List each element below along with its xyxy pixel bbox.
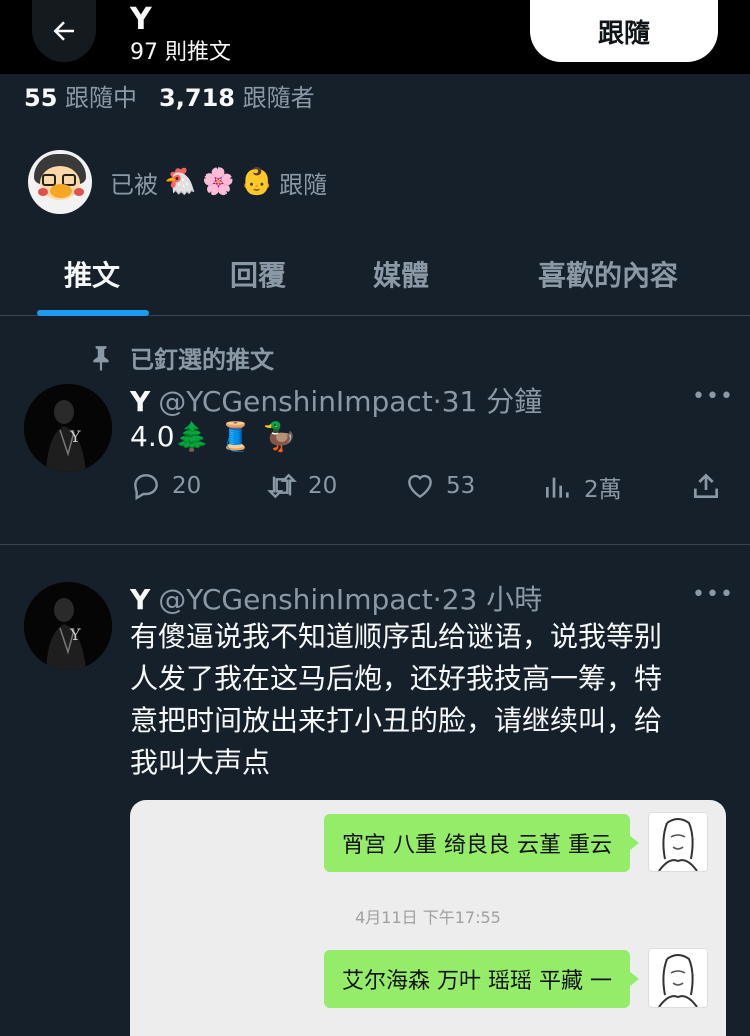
profile-header: Y 97 則推文 跟隨 bbox=[0, 0, 750, 74]
silhouette-avatar-icon: Y bbox=[24, 384, 112, 472]
followed-by-prefix: 已被 bbox=[110, 170, 158, 199]
tweet-text: 有傻逼说我不知道顺序乱给谜语，说我等别 人发了我在这马后炮，还好我技高一筹，特 … bbox=[130, 616, 662, 784]
chat-avatar bbox=[648, 948, 708, 1008]
pin-icon bbox=[93, 345, 109, 371]
pinned-text: 已釘選的推文 bbox=[130, 346, 274, 374]
baby-emoji: 👶 bbox=[240, 167, 274, 197]
profile-name: Y bbox=[130, 2, 152, 37]
reply-icon bbox=[134, 474, 158, 501]
follow-button[interactable]: 跟隨 bbox=[530, 0, 718, 62]
views-button[interactable]: 2萬 bbox=[542, 470, 622, 504]
tweet-text-line: 我叫大声点 bbox=[130, 746, 271, 779]
tweet-time[interactable]: 31 分鐘 bbox=[442, 380, 543, 420]
reply-count: 20 bbox=[172, 473, 202, 499]
heart-icon bbox=[408, 474, 432, 499]
tweet-divider bbox=[0, 544, 750, 545]
tweet-count: 97 則推文 bbox=[130, 40, 231, 65]
chat-bubble: 宵宫 八重 绮良良 云堇 重云 bbox=[324, 814, 639, 872]
tweet-media-image[interactable]: 宵宫 八重 绮良良 云堇 重云 4月11日 下午17:55 艾尔海森 万叶 瑶瑶… bbox=[130, 800, 726, 1036]
like-count: 53 bbox=[446, 473, 476, 499]
tab-tweets[interactable]: 推文 bbox=[64, 254, 120, 294]
chat-avatar bbox=[648, 812, 708, 872]
tweet-text-line: 有傻逼说我不知道顺序乱给谜语，说我等别 bbox=[130, 620, 663, 653]
tweet-header: Y @YCGenshinImpact · 31 分鐘 bbox=[130, 380, 542, 420]
tweet-author-name[interactable]: Y bbox=[130, 385, 150, 418]
svg-text:Y: Y bbox=[69, 427, 81, 446]
arrow-left-icon bbox=[53, 21, 74, 41]
followed-by[interactable]: 已被 🐔 🌸 👶 跟隨 bbox=[28, 150, 327, 214]
more-options-icon[interactable]: ••• bbox=[692, 582, 734, 607]
followers-count: 3,718 bbox=[159, 84, 235, 112]
back-button[interactable] bbox=[32, 0, 96, 62]
pinned-label: 已釘選的推文 bbox=[90, 340, 274, 375]
tweet-author-name[interactable]: Y bbox=[130, 583, 150, 616]
retweet-count: 20 bbox=[308, 473, 338, 499]
followers-link[interactable]: 3,718 跟隨者 bbox=[159, 78, 315, 113]
sketch-avatar-icon bbox=[649, 813, 707, 871]
tweet-time[interactable]: 23 小時 bbox=[442, 578, 543, 618]
tweet-text-line: 意把时间放出来打小丑的脸，请继续叫，给 bbox=[130, 704, 663, 737]
chat-timestamp: 4月11日 下午17:55 bbox=[355, 908, 501, 927]
blossom-emoji: 🌸 bbox=[202, 167, 235, 197]
view-count: 2萬 bbox=[584, 477, 622, 503]
following-count: 55 bbox=[24, 84, 58, 112]
like-button[interactable]: 53 bbox=[404, 470, 475, 502]
tweet-author-handle[interactable]: @YCGenshinImpact bbox=[158, 583, 433, 616]
active-tab-indicator bbox=[37, 310, 149, 316]
chat-bubble: 艾尔海森 万叶 瑶瑶 平藏 一 bbox=[324, 950, 639, 1008]
sketch-avatar-icon bbox=[649, 949, 707, 1007]
silhouette-avatar-icon: Y bbox=[24, 582, 112, 670]
bar-chart-icon bbox=[546, 477, 569, 498]
dot-separator: · bbox=[432, 583, 442, 616]
avatar[interactable]: Y bbox=[24, 384, 112, 472]
more-options-icon[interactable]: ••• bbox=[692, 384, 734, 409]
followed-by-suffix: 跟隨 bbox=[279, 170, 328, 199]
chicken-emoji: 🐔 bbox=[164, 167, 197, 197]
follower-avatar bbox=[28, 150, 92, 214]
retweet-icon bbox=[267, 473, 297, 499]
reply-button[interactable]: 20 bbox=[130, 470, 201, 502]
avatar[interactable]: Y bbox=[24, 582, 112, 670]
share-icon bbox=[694, 473, 718, 498]
followers-label: 跟隨者 bbox=[242, 84, 315, 112]
tweet-author-handle[interactable]: @YCGenshinImpact bbox=[158, 385, 433, 418]
svg-text:Y: Y bbox=[69, 625, 81, 644]
share-button[interactable] bbox=[690, 470, 732, 502]
tweet-text: 4.0🌲 🧵 🦆 bbox=[130, 420, 297, 453]
followed-by-text: 已被 🐔 🌸 👶 跟隨 bbox=[110, 165, 327, 200]
tweet-text-line: 人发了我在这马后炮，还好我技高一筹，特 bbox=[130, 662, 663, 695]
tab-media[interactable]: 媒體 bbox=[373, 254, 429, 294]
tab-replies[interactable]: 回覆 bbox=[230, 254, 286, 294]
tweet-header: Y @YCGenshinImpact · 23 小時 bbox=[130, 578, 542, 618]
tab-likes[interactable]: 喜歡的內容 bbox=[538, 254, 678, 294]
following-link[interactable]: 55 跟隨中 bbox=[24, 78, 137, 113]
tweet-actions: 20 20 53 2萬 bbox=[130, 470, 730, 510]
profile-tabs: 推文 回覆 媒體 喜歡的內容 bbox=[0, 234, 750, 316]
retweet-button[interactable]: 20 bbox=[266, 470, 337, 502]
follow-stats: 55 跟隨中 3,718 跟隨者 bbox=[24, 78, 315, 113]
dot-separator: · bbox=[432, 385, 442, 418]
following-label: 跟隨中 bbox=[65, 84, 138, 112]
